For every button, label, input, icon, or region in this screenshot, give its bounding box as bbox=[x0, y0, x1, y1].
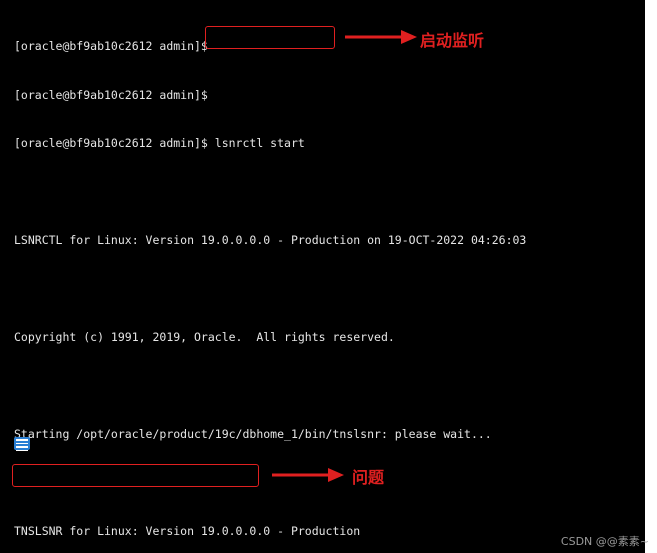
annotation-start-listener: 启动监听 bbox=[420, 31, 485, 50]
window-list-icon[interactable] bbox=[14, 437, 30, 451]
terminal-line: Starting /opt/oracle/product/19c/dbhome_… bbox=[14, 426, 492, 441]
terminal-line: [oracle@bf9ab10c2612 admin]$ bbox=[14, 87, 208, 102]
terminal-line: TNSLSNR for Linux: Version 19.0.0.0.0 - … bbox=[14, 523, 361, 538]
terminal-line: LSNRCTL for Linux: Version 19.0.0.0.0 - … bbox=[14, 233, 527, 248]
screenshot-root: [oracle@bf9ab10c2612 admin]$ [oracle@bf9… bbox=[0, 0, 657, 553]
terminal-line: Copyright (c) 1991, 2019, Oracle. All ri… bbox=[14, 330, 395, 345]
arrow-problem bbox=[272, 468, 344, 482]
terminal-line-command: [oracle@bf9ab10c2612 admin]$ lsnrctl sta… bbox=[14, 136, 305, 151]
watermark: CSDN @@素素~ bbox=[560, 535, 649, 548]
arrow-start-listener bbox=[345, 30, 417, 44]
page-margin bbox=[645, 0, 657, 553]
annotation-problem: 问题 bbox=[352, 468, 385, 487]
terminal-line: [oracle@bf9ab10c2612 admin]$ bbox=[14, 39, 208, 54]
